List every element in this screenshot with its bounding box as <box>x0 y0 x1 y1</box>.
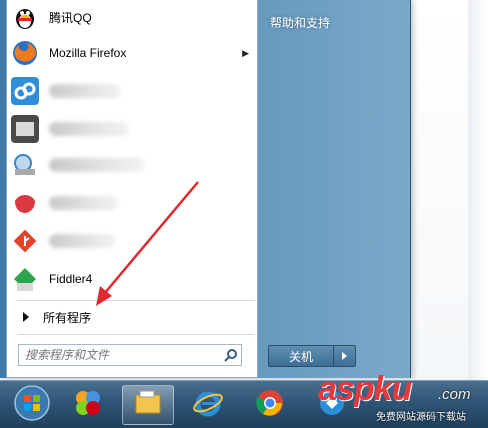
blue-app-icon <box>11 77 39 105</box>
taskbar-ie-button[interactable] <box>182 385 234 425</box>
help-and-support-link[interactable]: 帮助和支持 <box>270 14 330 31</box>
program-label: Fiddler4 <box>49 272 93 286</box>
blurred-label <box>49 84 121 98</box>
blurred-label <box>49 196 119 210</box>
program-item-firefox[interactable]: Mozilla Firefox ▶ <box>11 38 255 68</box>
blurred-label <box>49 122 129 136</box>
firefox-icon <box>11 39 39 67</box>
program-item-qq[interactable]: 腾讯QQ <box>11 2 255 32</box>
programs-pane: 腾讯QQ Mozilla Firefox ▶ Fiddler4 所有程序 <box>6 0 258 378</box>
program-label: Mozilla Firefox <box>49 46 127 60</box>
desktop-edge <box>468 0 488 380</box>
submenu-arrow-icon[interactable]: ▶ <box>242 48 249 59</box>
program-item-blurred[interactable] <box>11 76 255 106</box>
all-programs-label: 所有程序 <box>43 310 92 325</box>
colorful-app-icon <box>72 387 104 424</box>
expand-arrow-icon <box>23 312 29 322</box>
all-programs-button[interactable]: 所有程序 <box>11 305 255 329</box>
fiddler-icon <box>11 265 39 293</box>
window-app-icon <box>11 115 39 143</box>
separator <box>17 300 255 301</box>
start-orb-button[interactable] <box>6 384 58 427</box>
program-item-blurred[interactable] <box>11 226 255 256</box>
windows-logo-icon <box>13 384 51 427</box>
blurred-label <box>49 158 145 172</box>
folder-icon <box>132 387 164 424</box>
chevron-right-icon <box>342 352 347 360</box>
search-icon[interactable] <box>221 348 241 362</box>
program-label: 腾讯QQ <box>49 10 92 25</box>
taskbar-app-button[interactable] <box>62 385 114 425</box>
qq-penguin-icon <box>11 3 39 31</box>
program-item-blurred[interactable] <box>11 188 255 218</box>
taskbar-explorer-button[interactable] <box>122 385 174 425</box>
search-input[interactable] <box>19 345 221 365</box>
red-app-icon <box>11 189 39 217</box>
internet-explorer-icon <box>192 387 224 424</box>
chrome-icon <box>254 387 286 424</box>
globe-app-icon <box>11 151 39 179</box>
shutdown-options-button[interactable] <box>334 345 356 367</box>
blurred-label <box>49 234 115 248</box>
shutdown-button[interactable]: 关机 <box>268 345 334 367</box>
watermark-brand: aspku <box>318 370 412 408</box>
git-icon <box>11 227 39 255</box>
start-menu: 腾讯QQ Mozilla Firefox ▶ Fiddler4 所有程序 搜索程… <box>0 0 411 378</box>
taskbar-chrome-button[interactable] <box>244 385 296 425</box>
watermark-tagline: 免费网站源码下载站 <box>376 412 466 423</box>
search-box[interactable] <box>18 344 242 366</box>
program-item-fiddler[interactable]: Fiddler4 <box>11 264 255 294</box>
watermark: aspku .com 免费网站源码下载站 <box>318 370 488 427</box>
program-item-blurred[interactable] <box>11 114 255 144</box>
watermark-domain: .com <box>438 386 471 403</box>
program-item-blurred[interactable] <box>11 150 255 180</box>
separator <box>17 334 255 335</box>
